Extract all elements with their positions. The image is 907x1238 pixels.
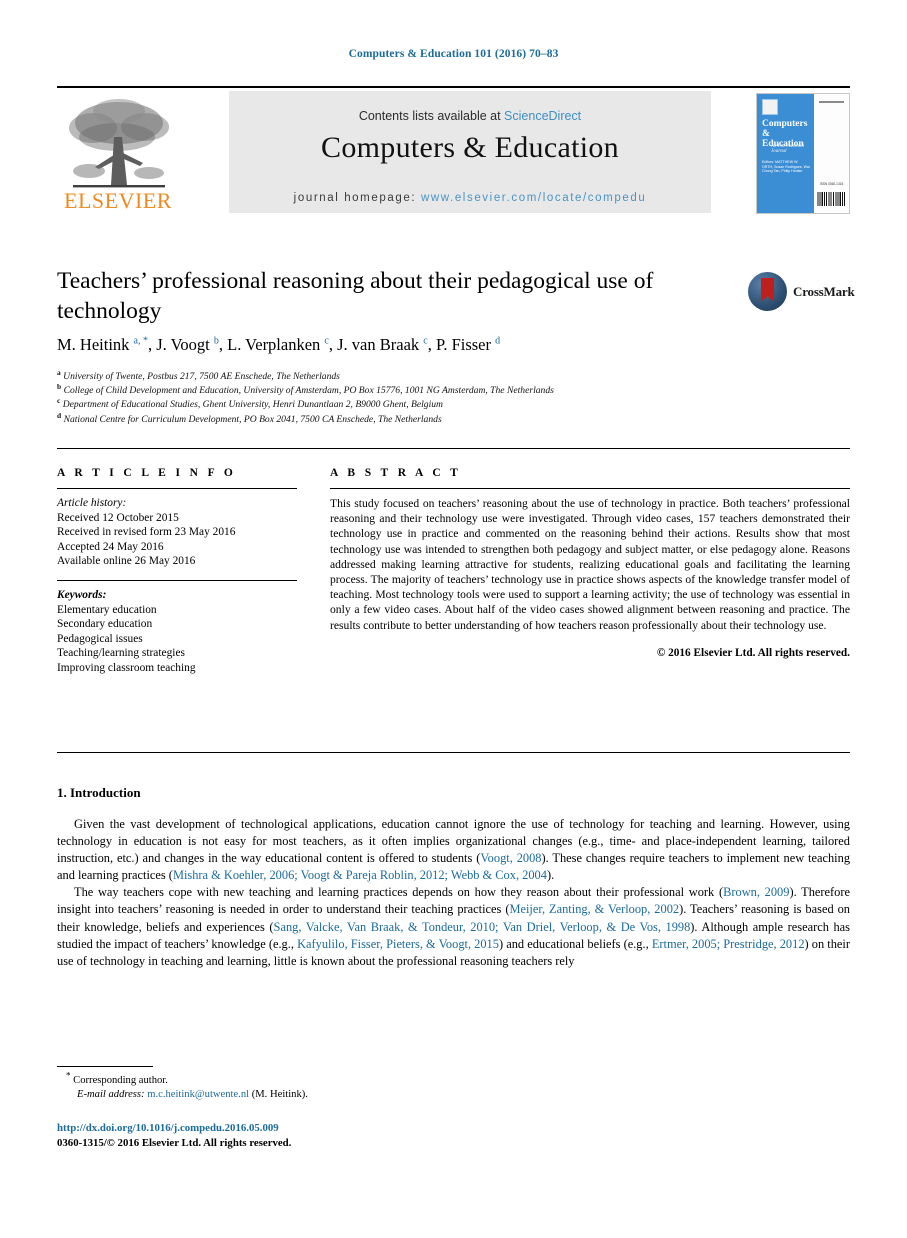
masthead-center-band: Contents lists available at ScienceDirec… bbox=[229, 91, 711, 213]
author-affiliation-marker: a, * bbox=[133, 335, 148, 347]
corresponding-author-note: * Corresponding author. bbox=[66, 1071, 486, 1088]
keyword-item: Improving classroom teaching bbox=[57, 661, 196, 674]
author-affiliation-marker: c bbox=[324, 335, 329, 347]
crossmark-badge[interactable]: CrossMark bbox=[748, 272, 855, 312]
cover-barcode-icon bbox=[817, 192, 845, 206]
author-name: J. van Braak bbox=[337, 335, 424, 354]
article-history-item: Received 12 October 2015 bbox=[57, 511, 179, 524]
author-name: L. Verplanken bbox=[227, 335, 325, 354]
body-text-run: ) and educational beliefs (e.g., bbox=[498, 936, 652, 951]
keyword-item: Elementary education bbox=[57, 603, 157, 616]
crossmark-label: CrossMark bbox=[793, 284, 855, 299]
elsevier-tree-icon: ELSEVIER bbox=[64, 99, 172, 213]
crossmark-circle-icon bbox=[748, 272, 787, 311]
cover-issn-label: ISSN 0360-1315 bbox=[819, 182, 844, 186]
article-history-item: Received in revised form 23 May 2016 bbox=[57, 526, 236, 539]
article-info-rule bbox=[57, 488, 297, 489]
paragraph-1: Given the vast development of technologi… bbox=[57, 816, 850, 884]
journal-cover-thumbnail: Computers & Education An International J… bbox=[756, 93, 850, 214]
affiliation-text: National Centre for Curriculum Developme… bbox=[61, 413, 442, 425]
page-title: Teachers’ professional reasoning about t… bbox=[57, 268, 654, 324]
affiliation-item: d National Centre for Curriculum Develop… bbox=[57, 411, 817, 427]
author-name: M. Heitink bbox=[57, 335, 134, 354]
footnote-block: * Corresponding author. E-mail address: … bbox=[66, 1071, 486, 1103]
email-label: E-mail address: bbox=[77, 1089, 145, 1101]
body-text-run: ). bbox=[546, 868, 555, 883]
affiliation-item: c Department of Educational Studies, Ghe… bbox=[57, 397, 817, 412]
journal-title: Computers & Education bbox=[321, 131, 619, 164]
affiliation-text: University of Twente, Postbus 217, 7500 … bbox=[60, 371, 340, 382]
abstract-rule bbox=[330, 488, 850, 489]
author-affiliation-marker: b bbox=[213, 335, 219, 347]
article-info-column: A R T I C L E I N F O Article history: R… bbox=[57, 467, 297, 676]
citation-link[interactable]: Mishra & Koehler, 2006; Voogt & Pareja R… bbox=[173, 868, 547, 882]
cover-rule bbox=[819, 101, 844, 103]
citation-link[interactable]: Ertmer, 2005; Prestridge, 2012 bbox=[652, 937, 805, 951]
cover-publisher-badge-icon bbox=[762, 99, 778, 115]
keywords-label: Keywords: bbox=[57, 588, 107, 601]
introduction-body: Given the vast development of technologi… bbox=[57, 816, 850, 970]
citation-link[interactable]: Voogt, 2008 bbox=[480, 851, 541, 865]
author-name: P. Fisser bbox=[435, 335, 496, 354]
affiliation-list: a University of Twente, Postbus 217, 750… bbox=[57, 369, 817, 427]
author-name: J. Voogt bbox=[156, 335, 214, 354]
article-history-items: Received 12 October 2015 Received in revi… bbox=[57, 511, 297, 569]
article-history-item: Available online 26 May 2016 bbox=[57, 555, 196, 568]
elsevier-logo: ELSEVIER bbox=[59, 93, 177, 213]
citation-link[interactable]: Brown, 2009 bbox=[723, 885, 789, 899]
citation-link[interactable]: Meijer, Zanting, & Verloop, 2002 bbox=[509, 902, 679, 916]
article-history-block: Article history: Received 12 October 201… bbox=[57, 496, 297, 569]
keyword-item: Teaching/learning strategies bbox=[57, 647, 185, 660]
cover-editors: Editors: MATTHEW W. ORTH, Susan Rodrigue… bbox=[762, 160, 810, 174]
author-affiliation-marker: c bbox=[423, 335, 428, 347]
keywords-items: Elementary education Secondary education P… bbox=[57, 603, 297, 676]
keyword-item: Pedagogical issues bbox=[57, 632, 143, 645]
journal-homepage-link[interactable]: www.elsevier.com/locate/compedu bbox=[421, 192, 646, 204]
abstract-heading: A B S T R A C T bbox=[330, 467, 462, 479]
email-note: E-mail address: m.c.heitink@utwente.nl (… bbox=[66, 1088, 486, 1102]
affiliation-item: a University of Twente, Postbus 217, 750… bbox=[57, 369, 817, 384]
journal-homepage-line: journal homepage: www.elsevier.com/locat… bbox=[229, 192, 711, 204]
sciencedirect-link[interactable]: ScienceDirect bbox=[504, 109, 581, 123]
journal-article-page: Computers & Education 101 (2016) 70–83 E… bbox=[0, 0, 907, 1238]
email-owner: (M. Heitink). bbox=[251, 1089, 308, 1101]
abstract-text: This study focused on teachers’ reasonin… bbox=[330, 497, 850, 632]
author-affiliation-marker: d bbox=[495, 335, 501, 347]
doi-link[interactable]: http://dx.doi.org/10.1016/j.compedu.2016… bbox=[57, 1122, 279, 1134]
crossmark-ribbon-icon bbox=[761, 278, 774, 302]
paragraph-2: The way teachers cope with new teaching … bbox=[57, 884, 850, 969]
author-list: M. Heitink a, *, J. Voogt b, L. Verplank… bbox=[57, 335, 501, 354]
article-info-heading: A R T I C L E I N F O bbox=[57, 467, 237, 479]
running-head: Computers & Education 101 (2016) 70–83 bbox=[348, 48, 559, 60]
keywords-block: Keywords: Elementary education Secondary … bbox=[57, 588, 297, 676]
keywords-rule bbox=[57, 579, 297, 581]
cover-journal-subtitle: An International Journal bbox=[771, 144, 805, 154]
keyword-item: Secondary education bbox=[57, 618, 153, 631]
journal-masthead: ELSEVIER Contents lists available at Sci… bbox=[57, 86, 850, 215]
affiliation-text: College of Child Development and Educati… bbox=[61, 385, 554, 397]
abstract-copyright: © 2016 Elsevier Ltd. All rights reserved… bbox=[656, 646, 850, 659]
citation-link[interactable]: Sang, Valcke, Van Braak, & Tondeur, 2010… bbox=[274, 920, 691, 934]
article-history-label: Article history: bbox=[57, 497, 127, 509]
corresponding-author-label: Corresponding author. bbox=[73, 1075, 168, 1086]
affiliation-item: b College of Child Development and Educa… bbox=[57, 383, 817, 398]
svg-text:ELSEVIER: ELSEVIER bbox=[64, 188, 172, 213]
abstract-column: A B S T R A C T This study focused on te… bbox=[330, 467, 850, 659]
email-link[interactable]: m.c.heitink@utwente.nl bbox=[147, 1089, 249, 1100]
issn-copyright-line: 0360-1315/© 2016 Elsevier Ltd. All right… bbox=[57, 1137, 292, 1149]
contents-lists-line: Contents lists available at ScienceDirec… bbox=[229, 109, 711, 123]
journal-homepage-prefix: journal homepage: bbox=[293, 192, 421, 204]
body-text-run: The way teachers cope with new teaching … bbox=[74, 885, 724, 900]
footnote-rule bbox=[57, 1066, 153, 1067]
citation-link[interactable]: Kafyulilo, Fisser, Pieters, & Voogt, 201… bbox=[297, 937, 499, 951]
abstract-bottom-rule bbox=[57, 752, 850, 753]
affiliation-text: Department of Educational Studies, Ghent… bbox=[60, 399, 443, 411]
contents-lists-prefix: Contents lists available at bbox=[358, 109, 505, 123]
section-heading-introduction: 1. Introduction bbox=[57, 785, 141, 800]
corresponding-author-marker: * bbox=[66, 1070, 71, 1081]
info-abstract-top-rule bbox=[57, 448, 850, 449]
article-history-item: Accepted 24 May 2016 bbox=[57, 540, 164, 553]
